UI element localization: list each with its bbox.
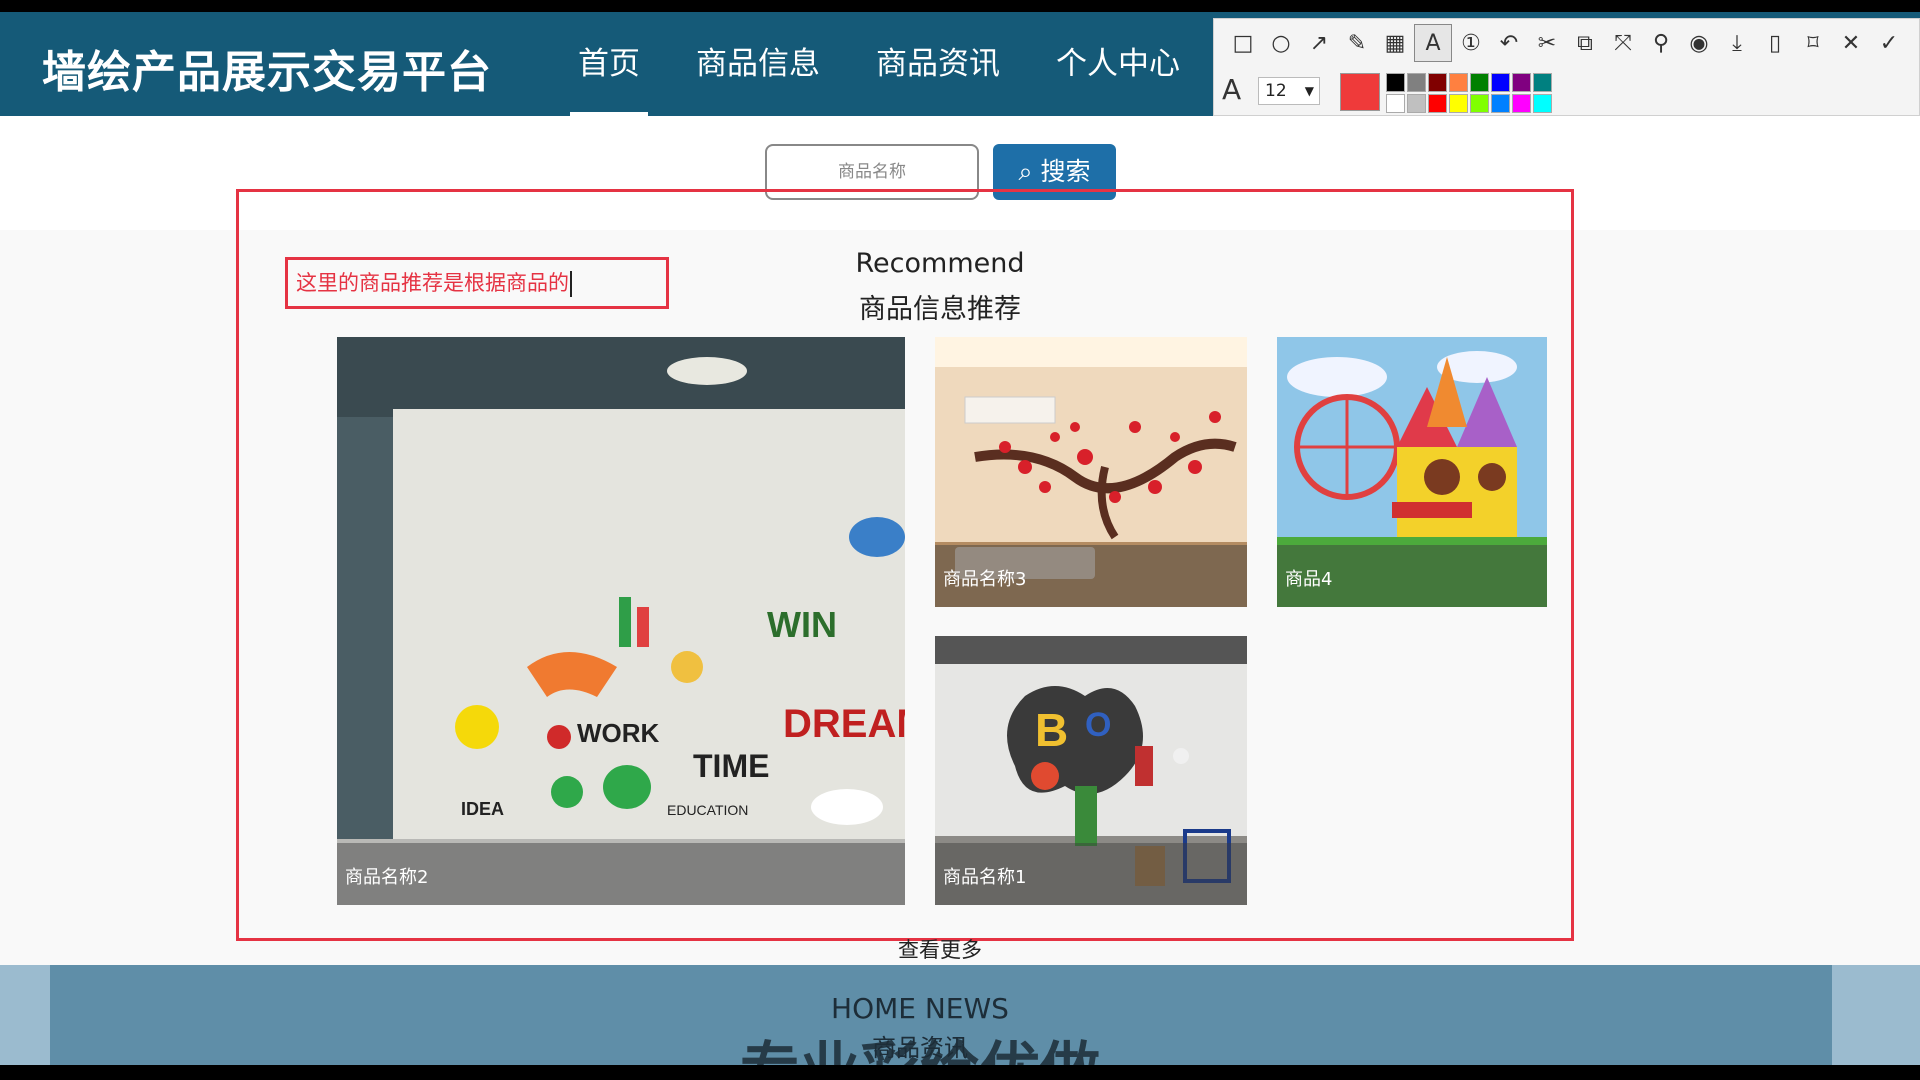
download-icon[interactable]: ⤓ xyxy=(1718,24,1756,62)
color-swatch[interactable] xyxy=(1449,73,1468,92)
record-icon[interactable]: ◉ xyxy=(1680,24,1718,62)
screenshot-toolbar: □ ○ ↗ ✎ ▦ A ① ↶ ✂ ⧉ ⤧ ⚲ ◉ ⤓ ▯ ⌑ ✕ ✓ A 12… xyxy=(1213,18,1920,116)
nav-products[interactable]: 商品信息 xyxy=(668,12,848,116)
nav-news[interactable]: 商品资讯 xyxy=(848,12,1028,116)
nav-home[interactable]: 首页 xyxy=(550,12,668,116)
color-swatch[interactable] xyxy=(1407,94,1426,113)
main-nav: 首页 商品信息 商品资讯 个人中心 xyxy=(550,12,1208,116)
toolbar-text-options: A 12 ▼ xyxy=(1214,69,1564,115)
color-swatch[interactable] xyxy=(1428,94,1447,113)
text-tool-icon[interactable]: A xyxy=(1414,24,1452,62)
news-title-zh: 商品资讯 xyxy=(872,1034,968,1062)
ellipse-icon[interactable]: ○ xyxy=(1262,24,1300,62)
toolbar-tools: □ ○ ↗ ✎ ▦ A ① ↶ ✂ ⧉ ⤧ ⚲ ◉ ⤓ ▯ ⌑ ✕ ✓ xyxy=(1214,19,1919,67)
color-swatch[interactable] xyxy=(1470,73,1489,92)
undo-icon[interactable]: ↶ xyxy=(1490,24,1528,62)
confirm-check-icon[interactable]: ✓ xyxy=(1870,24,1908,62)
font-icon: A xyxy=(1222,73,1242,106)
translate-icon[interactable]: ⧉ xyxy=(1566,24,1604,62)
font-size-value: 12 xyxy=(1265,81,1287,101)
close-icon[interactable]: ✕ xyxy=(1832,24,1870,62)
nav-profile[interactable]: 个人中心 xyxy=(1028,12,1208,116)
color-palette xyxy=(1386,73,1552,113)
mosaic-icon[interactable]: ▦ xyxy=(1376,24,1414,62)
arrow-icon[interactable]: ↗ xyxy=(1300,24,1338,62)
search-button-label: 搜索 xyxy=(1040,157,1091,186)
rectangle-icon[interactable]: □ xyxy=(1224,24,1262,62)
font-size-select[interactable]: 12 ▼ xyxy=(1258,77,1320,105)
color-swatch[interactable] xyxy=(1533,73,1552,92)
color-swatch[interactable] xyxy=(1491,73,1510,92)
view-more-link[interactable]: 查看更多 xyxy=(0,934,1880,964)
scissors-icon[interactable]: ✂ xyxy=(1528,24,1566,62)
search-icon: ⌕ xyxy=(1018,157,1033,186)
current-color-swatch[interactable] xyxy=(1340,73,1380,111)
site-logo[interactable]: 墙绘产品展示交易平台 xyxy=(42,36,492,100)
color-swatch[interactable] xyxy=(1386,73,1405,92)
news-title-en: HOME NEWS xyxy=(831,992,1009,1025)
color-swatch[interactable] xyxy=(1449,94,1468,113)
color-swatch[interactable] xyxy=(1470,94,1489,113)
annotation-text: 这里的商品推荐是根据商品的 xyxy=(296,271,569,295)
bookmark-icon[interactable]: ⌑ xyxy=(1794,24,1832,62)
color-swatch[interactable] xyxy=(1512,73,1531,92)
color-swatch[interactable] xyxy=(1491,94,1510,113)
color-swatch[interactable] xyxy=(1533,94,1552,113)
expand-icon[interactable]: ⤧ xyxy=(1604,24,1642,62)
color-swatch[interactable] xyxy=(1407,73,1426,92)
color-swatch[interactable] xyxy=(1428,73,1447,92)
pencil-icon[interactable]: ✎ xyxy=(1338,24,1376,62)
browser-viewport: 墙绘产品展示交易平台 首页 商品信息 商品资讯 个人中心 客服 □ ○ ↗ ✎ … xyxy=(0,12,1920,1065)
chevron-down-icon: ▼ xyxy=(1304,84,1314,98)
number-marker-icon[interactable]: ① xyxy=(1452,24,1490,62)
text-caret xyxy=(570,271,572,297)
color-swatch[interactable] xyxy=(1512,94,1531,113)
phone-icon[interactable]: ▯ xyxy=(1756,24,1794,62)
annotation-text-input[interactable]: 这里的商品推荐是根据商品的 xyxy=(285,257,669,309)
pin-icon[interactable]: ⚲ xyxy=(1642,24,1680,62)
color-swatch[interactable] xyxy=(1386,94,1405,113)
